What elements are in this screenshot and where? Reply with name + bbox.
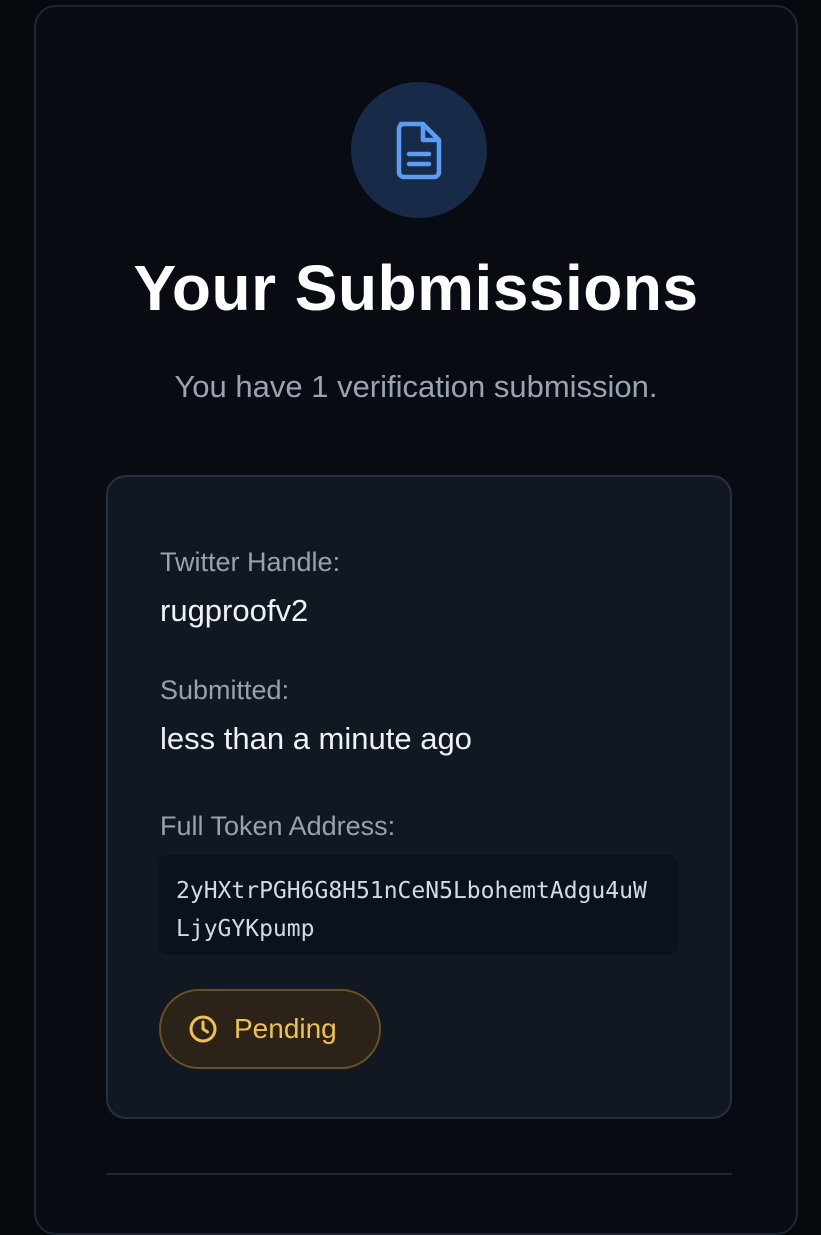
twitter-handle-label: Twitter Handle: xyxy=(160,547,341,577)
submitted-value: less than a minute ago xyxy=(160,721,472,756)
token-address-label: Full Token Address: xyxy=(160,811,396,841)
submitted-label: Submitted: xyxy=(160,675,290,705)
divider xyxy=(106,1173,732,1175)
status-badge: Pending xyxy=(159,989,381,1069)
submissions-panel: Your Submissions You have 1 verification… xyxy=(34,5,798,1235)
twitter-handle-value: rugproofv2 xyxy=(160,593,309,628)
status-label: Pending xyxy=(234,1013,337,1044)
clock-icon xyxy=(189,1015,217,1043)
document-icon xyxy=(396,121,442,180)
submission-card: Twitter Handle: rugproofv2 Submitted: le… xyxy=(106,475,732,1119)
token-address-value[interactable]: 2yHXtrPGH6G8H51nCeN5LbohemtAdgu4uWLjyGYK… xyxy=(158,855,678,955)
page-title: Your Submissions xyxy=(133,252,699,324)
page-subtitle: You have 1 verification submission. xyxy=(174,369,658,404)
document-icon-badge xyxy=(351,82,487,218)
